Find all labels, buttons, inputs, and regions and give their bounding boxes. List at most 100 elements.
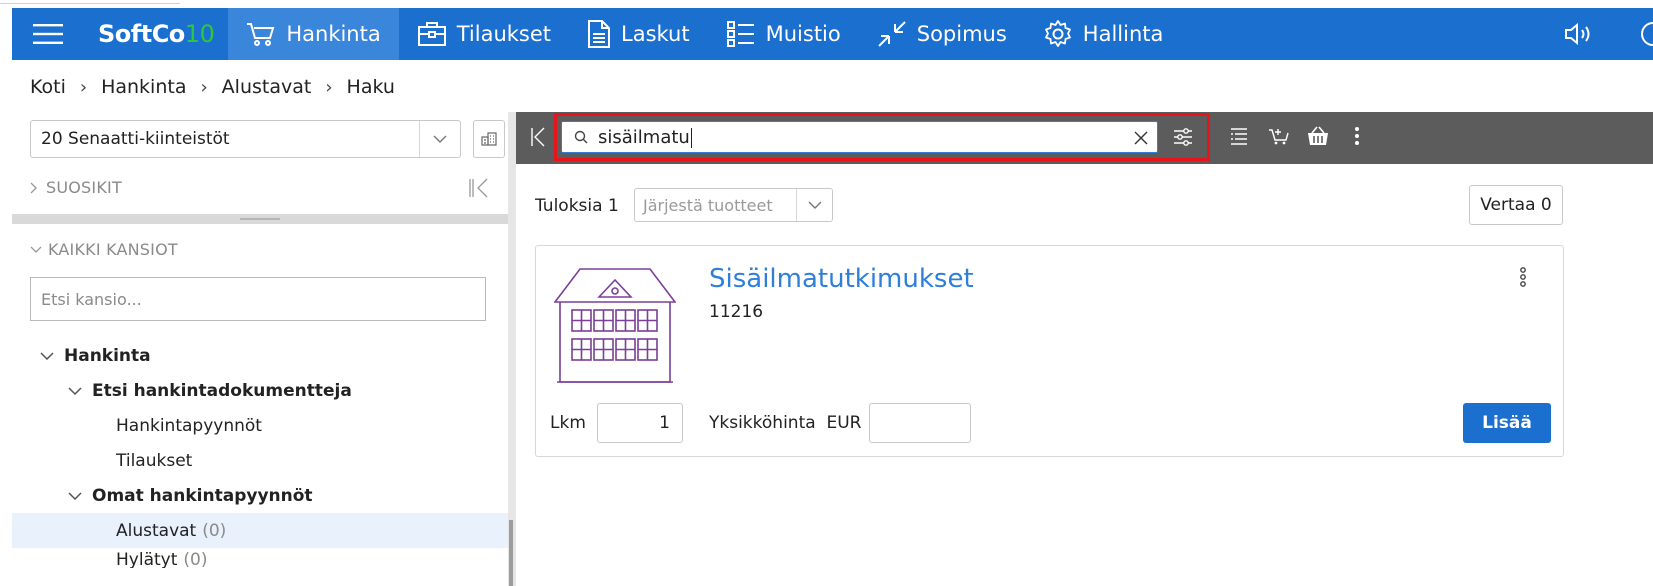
search-value: sisäilmatu xyxy=(598,127,692,148)
collapse-panel-icon[interactable] xyxy=(468,178,490,198)
product-title-link[interactable]: Sisäilmatutkimukset xyxy=(709,264,974,294)
nav-item-sopimus[interactable]: Sopimus xyxy=(859,8,1025,60)
tree-item-count: (0) xyxy=(202,520,227,541)
compare-button[interactable]: Vertaa 0 xyxy=(1469,185,1563,225)
unit-price-label: Yksikköhinta EUR xyxy=(709,413,861,433)
more-vertical-icon[interactable] xyxy=(1519,266,1527,288)
chevron-right-icon: › xyxy=(79,76,88,98)
nav-label: Sopimus xyxy=(916,22,1007,46)
basket-icon[interactable] xyxy=(1306,124,1330,148)
user-icon[interactable] xyxy=(1641,22,1653,46)
search-value-text: sisäilmatu xyxy=(598,126,690,148)
chevron-down-icon[interactable] xyxy=(64,386,86,395)
chevron-down-icon xyxy=(30,246,42,253)
nav-item-hallinta[interactable]: Hallinta xyxy=(1025,8,1182,60)
tree-item-tilaukset[interactable]: Tilaukset xyxy=(12,443,512,478)
main-navbar: SoftCo10 Hankinta Tilaukset Laskut Muist… xyxy=(12,8,1653,60)
tree-item-etsi-hankintadokumentteja[interactable]: Etsi hankintadokumentteja xyxy=(12,373,512,408)
tree-item-omat-hankintapyynnot[interactable]: Omat hankintapyynnöt xyxy=(12,478,512,513)
building-icon xyxy=(554,268,676,383)
search-highlight-frame: sisäilmatu xyxy=(554,113,1210,161)
building-select-button[interactable] xyxy=(473,120,505,158)
tree-item-count: (0) xyxy=(183,550,208,568)
splitter-grip xyxy=(240,218,280,220)
chevron-right-icon: › xyxy=(325,76,333,98)
tree-item-label: Hankinta xyxy=(64,345,151,366)
folder-search-input[interactable] xyxy=(30,277,486,321)
collapse-left-icon[interactable] xyxy=(530,127,546,147)
breadcrumb-hankinta[interactable]: Hankinta xyxy=(101,76,186,98)
unit-price-input[interactable] xyxy=(869,403,971,443)
unit-price-text: Yksikköhinta xyxy=(709,413,816,433)
product-card: Sisäilmatutkimukset 11216 Lkm Yksikköhin… xyxy=(535,245,1564,457)
gear-icon xyxy=(1044,20,1071,47)
nav-item-muistio[interactable]: Muistio xyxy=(708,8,859,60)
brand-logo[interactable]: SoftCo10 xyxy=(98,20,215,48)
tree-item-label: Omat hankintapyynnöt xyxy=(92,485,313,506)
chevron-down-icon[interactable] xyxy=(419,121,460,157)
nav-label: Hankinta xyxy=(286,22,381,46)
breadcrumb-alustavat[interactable]: Alustavat xyxy=(222,76,312,98)
all-folders-label: KAIKKI KANSIOT xyxy=(48,240,178,259)
favorites-label: SUOSIKIT xyxy=(46,178,122,197)
tree-item-label: Tilaukset xyxy=(116,450,193,471)
search-filter-button[interactable] xyxy=(1164,119,1202,155)
tree-item-hylatyt[interactable]: Hylätyt (0) xyxy=(12,548,512,568)
all-folders-toggle[interactable]: KAIKKI KANSIOT xyxy=(30,240,178,259)
breadcrumb-home[interactable]: Koti xyxy=(30,76,66,98)
quantity-label: Lkm xyxy=(550,413,586,433)
results-count: Tuloksia 1 xyxy=(535,196,619,216)
tree-item-hankintapyynnot[interactable]: Hankintapyynnöt xyxy=(12,408,512,443)
chevron-right-icon xyxy=(30,182,37,193)
more-vertical-icon[interactable] xyxy=(1354,126,1360,146)
briefcase-icon xyxy=(417,22,446,46)
sliders-icon xyxy=(1174,128,1192,146)
currency-label: EUR xyxy=(826,413,862,433)
brand-name: SoftCo xyxy=(98,20,185,48)
panel-splitter[interactable] xyxy=(12,214,512,224)
nav-item-laskut[interactable]: Laskut xyxy=(569,8,708,60)
tree-item-alustavat[interactable]: Alustavat (0) xyxy=(12,513,512,548)
chevron-down-icon[interactable] xyxy=(64,491,86,500)
add-to-cart-icon[interactable] xyxy=(1268,126,1290,146)
product-search-input[interactable]: sisäilmatu xyxy=(561,121,1158,153)
breadcrumb-haku: Haku xyxy=(346,76,395,98)
chevron-down-icon[interactable] xyxy=(36,351,58,360)
scrollbar-thumb[interactable] xyxy=(509,520,513,586)
arrows-in-icon xyxy=(878,21,906,47)
close-icon[interactable] xyxy=(1133,130,1149,146)
brand-version: 10 xyxy=(184,20,215,48)
search-toolbar: sisäilmatu xyxy=(516,112,1653,164)
menu-icon[interactable] xyxy=(22,8,74,60)
organization-select[interactable]: 20 Senaatti-kiinteistöt xyxy=(30,120,461,158)
favorites-toggle[interactable]: SUOSIKIT xyxy=(30,178,122,197)
list-icon xyxy=(726,21,754,47)
nav-label: Laskut xyxy=(621,22,690,46)
list-view-icon[interactable] xyxy=(1230,126,1248,146)
speaker-icon[interactable] xyxy=(1563,21,1595,47)
tree-item-hankinta[interactable]: Hankinta xyxy=(12,338,512,373)
folder-tree: Hankinta Etsi hankintadokumentteja Hanki… xyxy=(12,338,512,568)
tree-item-label: Hankintapyynnöt xyxy=(116,415,262,436)
quantity-input[interactable] xyxy=(597,403,683,443)
organization-value: 20 Senaatti-kiinteistöt xyxy=(41,129,230,149)
nav-right-tools xyxy=(1563,8,1653,60)
folder-panel: 20 Senaatti-kiinteistöt SUOSIKIT KAIKKI … xyxy=(12,112,512,586)
document-icon xyxy=(588,20,611,48)
breadcrumb: Koti › Hankinta › Alustavat › Haku xyxy=(30,74,395,100)
chevron-right-icon: › xyxy=(200,76,208,98)
nav-item-hankinta[interactable]: Hankinta xyxy=(228,8,399,60)
nav-label: Tilaukset xyxy=(456,22,552,46)
top-strip xyxy=(0,0,1653,8)
sort-placeholder: Järjestä tuotteet xyxy=(643,195,773,215)
product-code: 11216 xyxy=(709,302,764,322)
tree-item-label: Etsi hankintadokumentteja xyxy=(92,380,352,401)
nav-item-tilaukset[interactable]: Tilaukset xyxy=(399,8,569,60)
sort-products-select[interactable]: Järjestä tuotteet xyxy=(634,188,833,222)
add-button[interactable]: Lisää xyxy=(1463,403,1551,443)
tree-item-label: Hylätyt xyxy=(116,550,178,568)
chevron-down-icon[interactable] xyxy=(796,189,832,221)
cart-icon xyxy=(247,23,275,46)
buildings-icon xyxy=(481,132,497,146)
left-panel-scrollbar[interactable] xyxy=(508,112,516,586)
